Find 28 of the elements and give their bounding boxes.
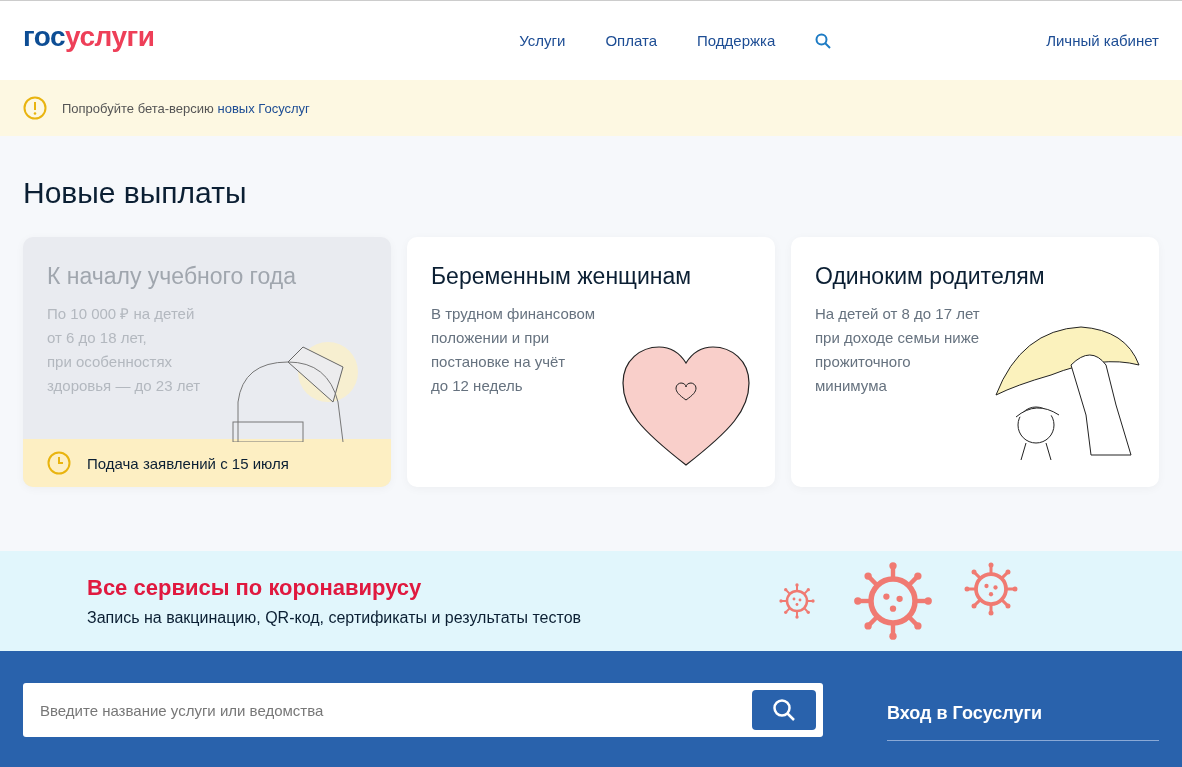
covid-title[interactable]: Все сервисы по коронавирусу bbox=[87, 575, 582, 601]
virus-icon bbox=[779, 583, 815, 619]
search-bar[interactable]: Введите название услуги или ведомства bbox=[23, 683, 823, 737]
card-title: К началу учебного года bbox=[47, 263, 297, 290]
beta-link[interactable]: новых Госуслуг bbox=[217, 100, 310, 116]
virus-icon bbox=[854, 562, 932, 640]
section-title: Новые выплаты bbox=[23, 176, 248, 210]
search-icon[interactable] bbox=[815, 32, 832, 49]
payment-card[interactable]: Одиноким родителям На детей от 8 до 17 лет при доходе семьи ниже прожиточного минимума bbox=[791, 237, 1159, 487]
nav-link[interactable]: Поддержка bbox=[697, 32, 776, 49]
search-button[interactable] bbox=[752, 690, 816, 730]
nav-link[interactable]: Оплата bbox=[605, 32, 657, 49]
card-title: Одиноким родителям bbox=[815, 263, 1046, 290]
warning-icon bbox=[23, 96, 47, 120]
card-description: На детей от 8 до 17 лет при доходе семьи ниже прожиточного минимума bbox=[815, 304, 981, 396]
account-link[interactable]: Личный кабинет bbox=[1046, 32, 1159, 49]
card-title: Беременным женщинам bbox=[431, 263, 693, 290]
application-date: Подача заявлений с 15 июля bbox=[87, 454, 289, 472]
login-link[interactable]: Вход в Госуслуги bbox=[887, 683, 1159, 741]
beta-notice: Попробуйте бета-версию новых Госуслуг bbox=[62, 100, 310, 116]
search-icon bbox=[772, 698, 796, 722]
nav-link[interactable]: Услуги bbox=[519, 32, 566, 49]
logo[interactable]: госуслуги bbox=[23, 20, 155, 53]
card-description: В трудном финансовом положении и при постановке на учёт до 12 недель bbox=[431, 304, 597, 396]
covid-subtitle: Запись на вакцинацию, QR-код, сертификаты и результаты тестов bbox=[87, 609, 582, 627]
payment-card[interactable]: Беременным женщинам В трудном финансовом положении и при постановке на учёт до 12 недель bbox=[407, 237, 775, 487]
virus-icon bbox=[964, 562, 1018, 616]
clock-icon bbox=[47, 451, 71, 475]
